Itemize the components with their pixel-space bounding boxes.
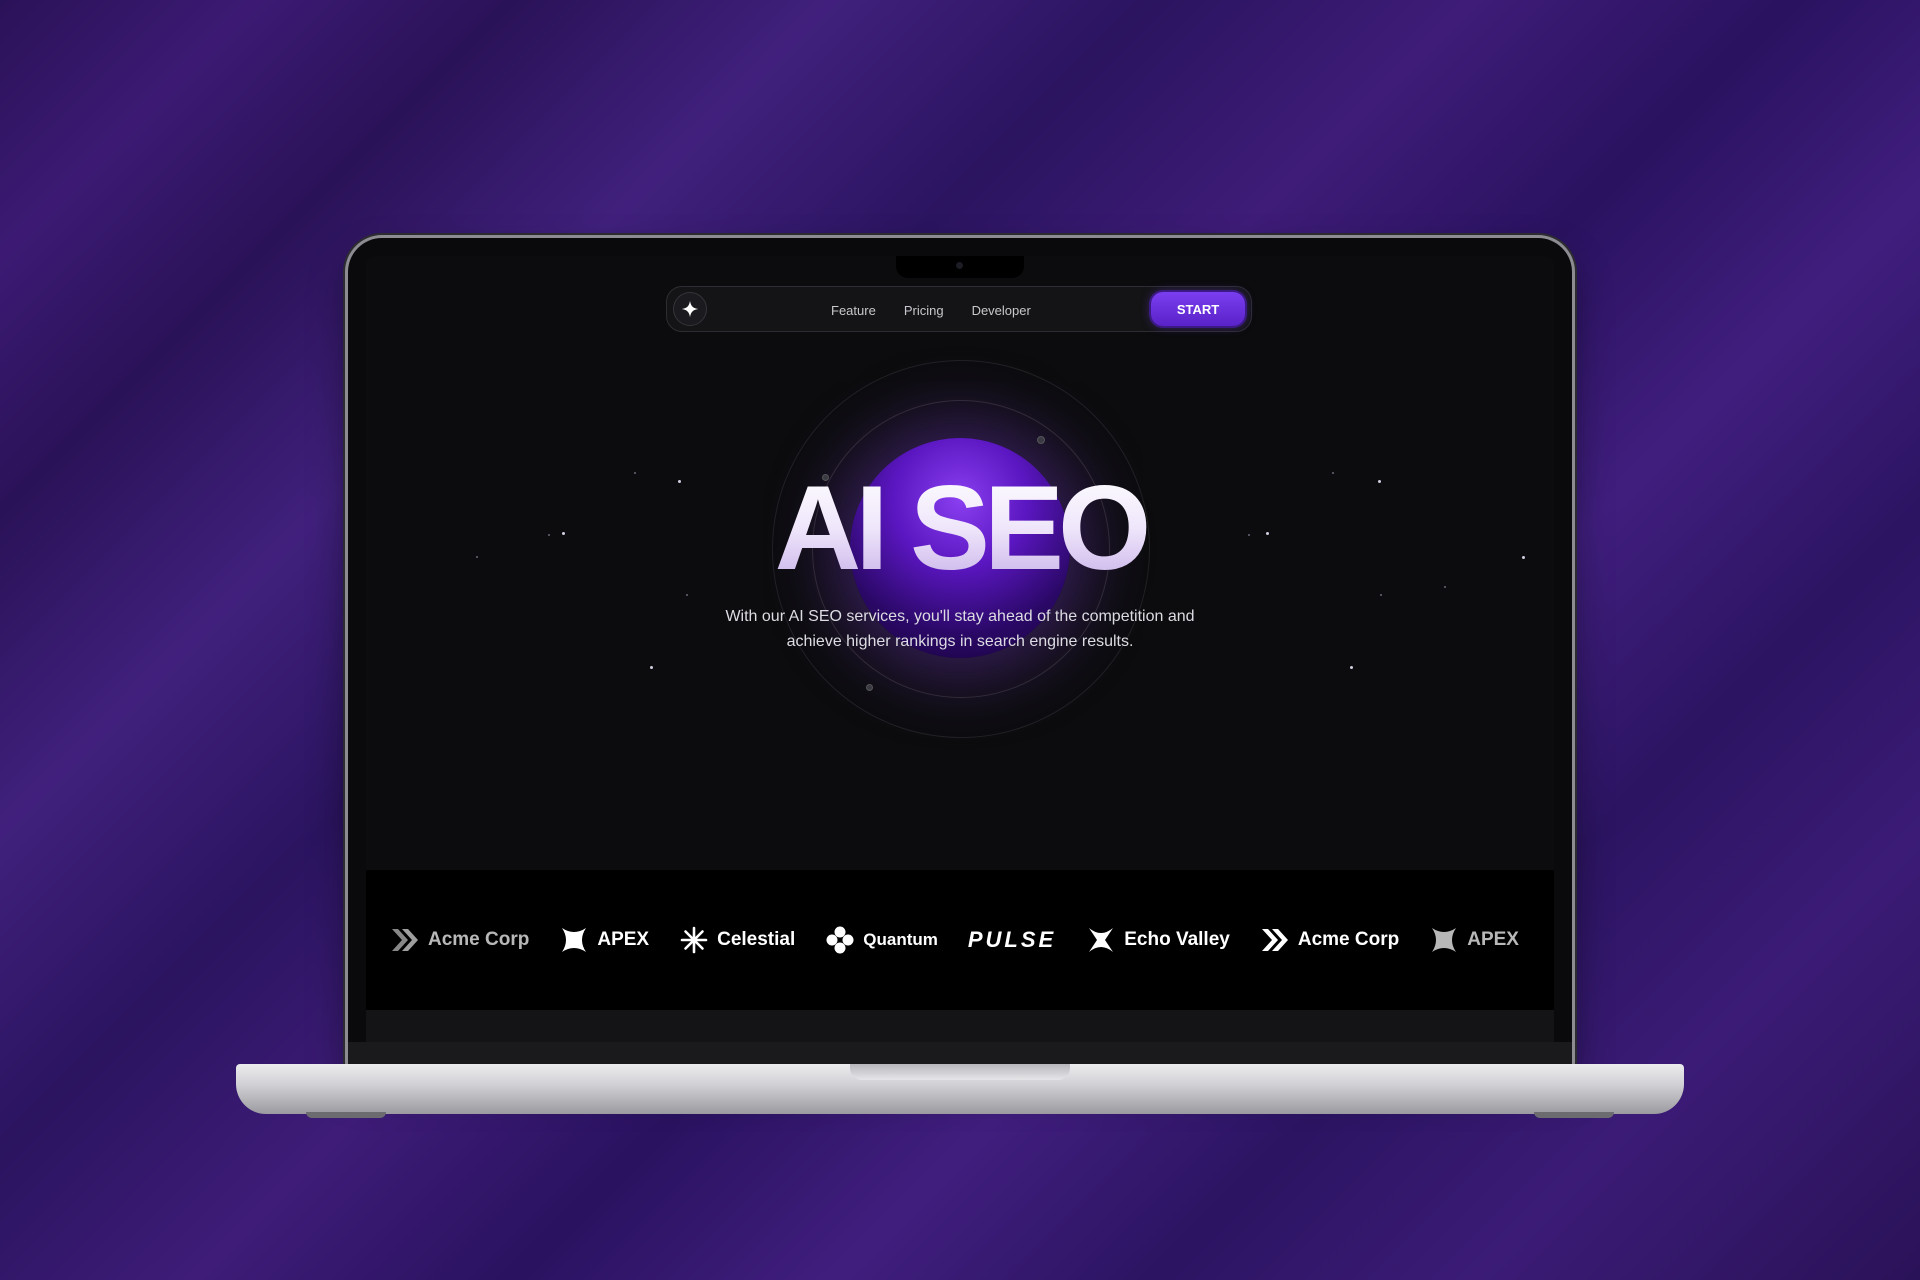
asterisk-icon	[679, 925, 709, 955]
nav-links: Feature Pricing Developer	[831, 287, 1031, 333]
hero-title: AI SEO	[366, 468, 1554, 588]
logo-celestial: Celestial	[679, 925, 795, 955]
logo-pulse: PULSE	[968, 927, 1056, 953]
top-navbar: Feature Pricing Developer START	[666, 286, 1252, 332]
laptop-frame: AI SEO With our AI SEO services, you'll …	[348, 238, 1572, 1068]
logo-acme-corp: Acme Corp	[390, 925, 529, 955]
logo-label: PULSE	[967, 927, 1057, 952]
nav-link-pricing[interactable]: Pricing	[904, 303, 944, 318]
partner-logos-strip: Acme Corp APEX Celestial Quantum PULSE E…	[366, 870, 1554, 1010]
sparkle-icon[interactable]	[673, 292, 707, 326]
logo-label: Echo Valley	[1124, 929, 1230, 950]
logo-apex-repeat: APEX	[1429, 925, 1519, 955]
logo-apex: APEX	[559, 925, 649, 955]
laptop-foot-left	[306, 1112, 386, 1118]
logo-echo-valley: Echo Valley	[1086, 925, 1230, 955]
hero-section: AI SEO With our AI SEO services, you'll …	[366, 256, 1554, 871]
star	[1380, 594, 1382, 596]
apex-icon	[559, 925, 589, 955]
logo-label: Acme Corp	[428, 929, 530, 950]
chevrons-icon	[390, 925, 420, 955]
nav-link-feature[interactable]: Feature	[831, 303, 876, 318]
logo-label: Acme Corp	[1297, 929, 1400, 950]
apex-icon	[1429, 925, 1459, 955]
star	[650, 666, 653, 669]
logo-label: APEX	[1467, 929, 1519, 950]
camera-icon	[956, 262, 963, 269]
camera-notch	[896, 256, 1024, 278]
logo-label: APEX	[597, 929, 650, 950]
start-button[interactable]: START	[1151, 292, 1245, 326]
laptop-foot-right	[1534, 1112, 1614, 1118]
logo-acme-corp-repeat: Acme Corp	[1260, 925, 1399, 955]
chevrons-icon	[1260, 925, 1290, 955]
clover-icon	[825, 925, 855, 955]
laptop-base	[236, 1064, 1684, 1118]
base-opening-notch	[850, 1064, 1070, 1080]
star	[686, 594, 688, 596]
logo-label: Celestial	[717, 929, 796, 950]
star	[1350, 666, 1353, 669]
laptop-screen: AI SEO With our AI SEO services, you'll …	[366, 256, 1554, 1051]
logo-quantum: Quantum	[825, 925, 938, 955]
hero-subtitle: With our AI SEO services, you'll stay ah…	[725, 608, 1195, 650]
logo-label: Quantum	[863, 930, 938, 949]
x-icon	[1086, 925, 1116, 955]
orbit-dot	[1037, 436, 1045, 444]
orbit-dot	[866, 684, 873, 691]
nav-link-developer[interactable]: Developer	[972, 303, 1031, 318]
